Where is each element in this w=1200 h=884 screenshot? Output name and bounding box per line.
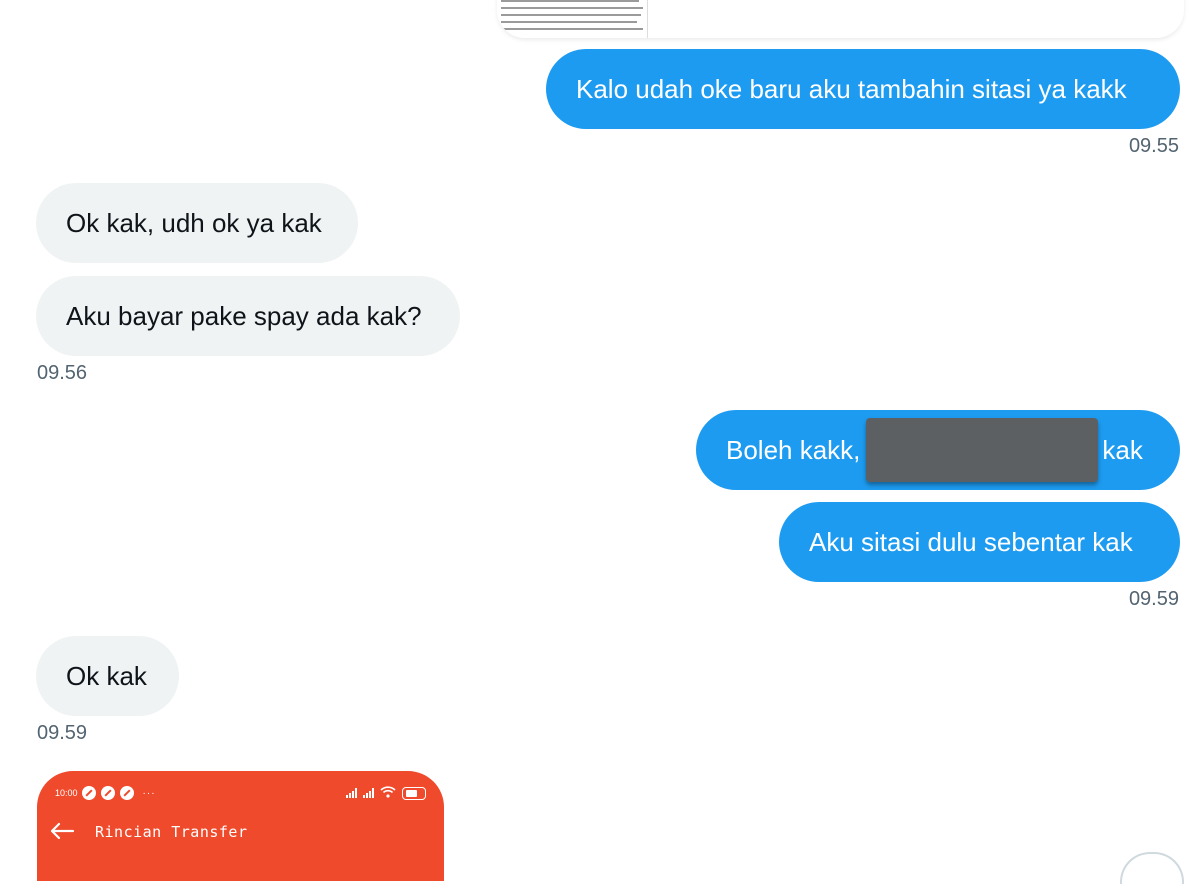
battery-icon xyxy=(402,786,426,800)
message-bubble-incoming[interactable]: Ok kak, udh ok ya kak xyxy=(36,183,358,263)
redacted-block xyxy=(866,418,1099,482)
message-text: Ok kak, udh ok ya kak xyxy=(66,207,322,238)
status-time: 10:00 xyxy=(55,788,78,798)
message-bubble-incoming[interactable]: Ok kak xyxy=(36,636,179,716)
message-bubble-outgoing[interactable]: Aku sitasi dulu sebentar kak xyxy=(779,502,1180,582)
screenshot-image-attachment[interactable]: 10:00 ··· Rincian Transfer xyxy=(37,771,444,881)
message-timestamp: 09.59 xyxy=(37,722,88,744)
message-bubble-outgoing[interactable]: Boleh kakk, kak xyxy=(696,410,1180,490)
message-text: Aku bayar pake spay ada kak? xyxy=(66,300,422,331)
notification-icon xyxy=(81,786,96,800)
scroll-button-edge[interactable] xyxy=(1120,852,1184,884)
message-bubble-outgoing[interactable]: Kalo udah oke baru aku tambahin sitasi y… xyxy=(546,49,1180,129)
phone-status-bar: 10:00 ··· xyxy=(55,783,426,803)
signal-icon xyxy=(346,788,357,798)
message-text: Aku sitasi dulu sebentar kak xyxy=(809,526,1133,557)
message-timestamp: 09.59 xyxy=(1128,588,1179,610)
wifi-icon xyxy=(380,785,396,801)
document-image-attachment[interactable] xyxy=(497,0,1184,38)
message-timestamp: 09.56 xyxy=(37,362,88,384)
more-notifications-icon: ··· xyxy=(142,787,156,799)
message-text: Ok kak xyxy=(66,660,147,691)
message-text-before: Boleh kakk, xyxy=(726,434,861,465)
app-header: Rincian Transfer xyxy=(49,819,248,845)
document-page-thumbnail xyxy=(497,0,648,38)
chat-thread: Kalo udah oke baru aku tambahin sitasi y… xyxy=(0,0,1200,884)
signal-icon xyxy=(363,788,374,798)
message-bubble-incoming[interactable]: Aku bayar pake spay ada kak? xyxy=(36,276,460,356)
app-header-title: Rincian Transfer xyxy=(95,823,248,841)
notification-icon xyxy=(100,786,115,800)
message-timestamp: 09.55 xyxy=(1128,135,1179,157)
message-text-after: kak xyxy=(1102,434,1143,465)
notification-icon xyxy=(119,786,134,800)
back-arrow-icon xyxy=(49,819,85,845)
message-text: Kalo udah oke baru aku tambahin sitasi y… xyxy=(576,73,1127,104)
